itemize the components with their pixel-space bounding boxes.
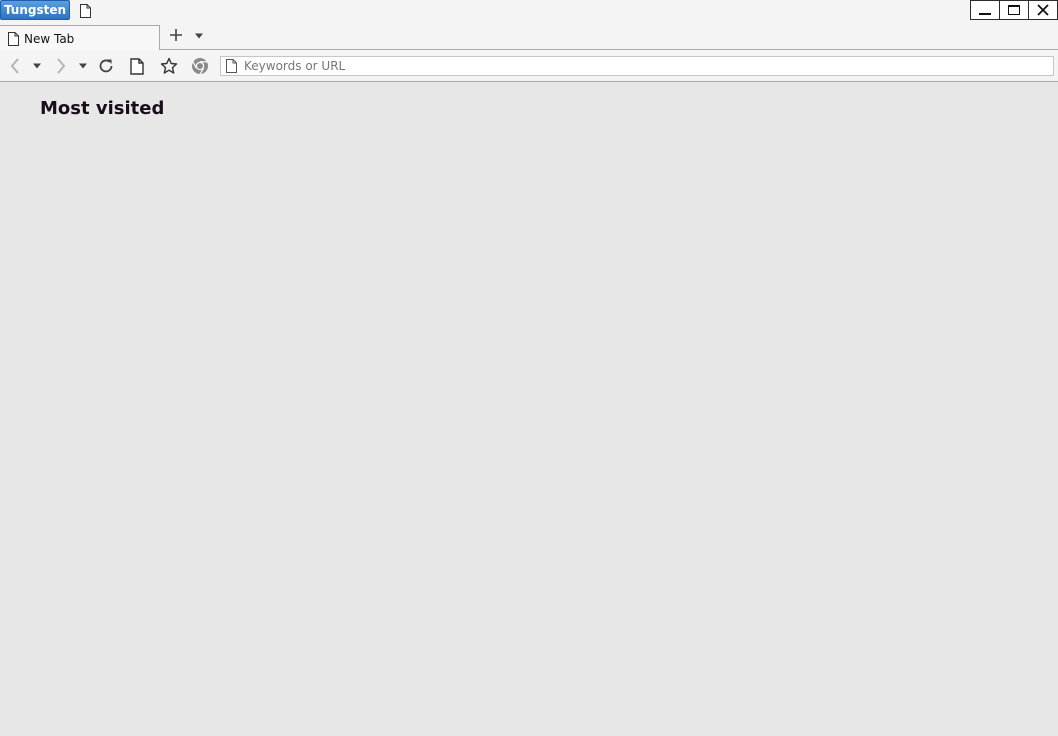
forward-history-button[interactable]: [76, 57, 90, 75]
minimize-icon: [979, 13, 991, 15]
address-input[interactable]: [244, 59, 1024, 73]
window-controls: [970, 0, 1058, 20]
reload-button[interactable]: [97, 57, 115, 75]
tab-new-tab[interactable]: New Tab: [0, 25, 160, 51]
maximize-button[interactable]: [999, 0, 1029, 20]
page-icon: [80, 4, 91, 18]
title-bar: Tungsten: [0, 0, 1058, 22]
maximize-icon: [1008, 5, 1020, 15]
caret-down-icon[interactable]: [194, 32, 204, 40]
minimize-button[interactable]: [970, 0, 1000, 20]
forward-icon: [57, 58, 66, 74]
page-icon: [226, 59, 237, 73]
back-history-button[interactable]: [30, 57, 44, 75]
caret-down-icon: [33, 63, 41, 69]
tab-strip: New Tab: [0, 22, 1058, 51]
app-menu-button[interactable]: Tungsten: [0, 0, 70, 20]
close-icon: [1037, 4, 1049, 16]
chrome-icon: [192, 58, 208, 75]
new-tab-page: Most visited: [0, 83, 1058, 736]
star-icon: [160, 57, 178, 74]
page-icon: [8, 31, 19, 46]
browser-menu-button[interactable]: [191, 57, 209, 75]
address-bar[interactable]: [220, 56, 1054, 76]
close-button[interactable]: [1028, 0, 1058, 20]
back-button[interactable]: [6, 57, 24, 75]
forward-button[interactable]: [52, 57, 70, 75]
most-visited-heading: Most visited: [40, 98, 165, 119]
reload-icon: [99, 59, 113, 73]
back-icon: [10, 58, 19, 74]
caret-down-icon: [79, 63, 87, 69]
plus-icon[interactable]: [168, 27, 184, 43]
bookmark-button[interactable]: [160, 57, 178, 75]
page-icon: [130, 57, 144, 75]
tab-title: New Tab: [24, 31, 75, 46]
navigation-toolbar: [0, 50, 1058, 82]
page-button[interactable]: [128, 57, 146, 75]
